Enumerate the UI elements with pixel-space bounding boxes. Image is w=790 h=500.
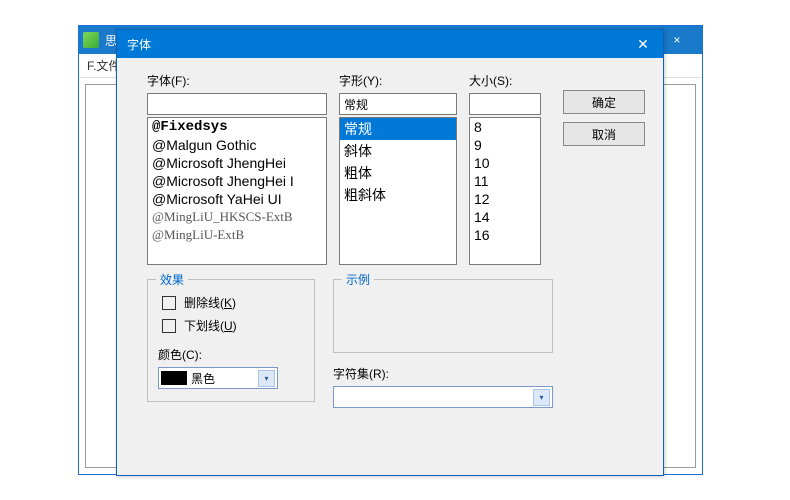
list-item[interactable]: @Fixedsys (148, 118, 326, 136)
list-item[interactable]: @Microsoft JhengHei I (148, 172, 326, 190)
mid-row: 效果 删除线(K) 下划线(U) 颜色(C): 黑色 (147, 279, 645, 408)
effects-fieldset: 效果 删除线(K) 下划线(U) 颜色(C): 黑色 (147, 279, 315, 402)
app-icon (83, 32, 99, 48)
list-item[interactable]: @Microsoft JhengHei (148, 154, 326, 172)
list-item[interactable]: 9 (470, 136, 540, 154)
list-item[interactable]: 16 (470, 226, 540, 244)
font-column: 字体(F): @Fixedsys @Malgun Gothic @Microso… (147, 72, 327, 265)
list-item[interactable]: 8 (470, 118, 540, 136)
dialog-titlebar: 字体 ✕ (117, 30, 663, 58)
style-column: 字形(Y): 常规 斜体 粗体 粗斜体 (339, 72, 457, 265)
strikeout-checkbox[interactable] (162, 296, 176, 310)
size-label: 大小(S): (469, 72, 541, 89)
list-item[interactable]: 粗斜体 (340, 184, 456, 206)
effects-legend: 效果 (156, 271, 188, 288)
style-label: 字形(Y): (339, 72, 457, 89)
list-item[interactable]: 12 (470, 190, 540, 208)
list-item[interactable]: 粗体 (340, 162, 456, 184)
color-swatch (161, 371, 187, 385)
style-listbox[interactable]: 常规 斜体 粗体 粗斜体 (339, 117, 457, 265)
dialog-title: 字体 (127, 36, 151, 53)
list-item[interactable]: 11 (470, 172, 540, 190)
underline-checkbox[interactable] (162, 319, 176, 333)
chevron-down-icon[interactable]: ▾ (533, 389, 550, 406)
charset-row: 字符集(R): ▾ (333, 365, 553, 408)
underline-row[interactable]: 下划线(U) (162, 317, 304, 334)
effects-area: 效果 删除线(K) 下划线(U) 颜色(C): 黑色 (147, 279, 315, 408)
dialog-body: 字体(F): @Fixedsys @Malgun Gothic @Microso… (117, 58, 663, 422)
list-item[interactable]: @MingLiU_HKSCS-ExtB (148, 208, 326, 226)
color-label: 颜色(C): (158, 346, 304, 363)
list-item[interactable]: 常规 (340, 118, 456, 140)
color-row: 颜色(C): 黑色 ▾ (158, 346, 304, 389)
list-item[interactable]: @MingLiU-ExtB (148, 226, 326, 244)
font-label: 字体(F): (147, 72, 327, 89)
strikeout-row[interactable]: 删除线(K) (162, 294, 304, 311)
color-combobox[interactable]: 黑色 ▾ (158, 367, 278, 389)
underline-label: 下划线(U) (184, 317, 237, 334)
charset-combobox[interactable]: ▾ (333, 386, 553, 408)
ok-button[interactable]: 确定 (563, 90, 645, 114)
list-item[interactable]: 斜体 (340, 140, 456, 162)
chevron-down-icon[interactable]: ▾ (258, 370, 275, 387)
size-input[interactable] (469, 93, 541, 115)
sample-fieldset: 示例 (333, 279, 553, 353)
strikeout-label: 删除线(K) (184, 294, 236, 311)
charset-label: 字符集(R): (333, 365, 553, 382)
font-dialog: 字体 ✕ 字体(F): @Fixedsys @Malgun Gothic @Mi… (116, 29, 664, 476)
sample-legend: 示例 (342, 271, 374, 288)
color-value: 黑色 (191, 370, 215, 387)
list-item[interactable]: @Malgun Gothic (148, 136, 326, 154)
size-column: 大小(S): 8 9 10 11 12 14 16 (469, 72, 541, 265)
top-row: 字体(F): @Fixedsys @Malgun Gothic @Microso… (147, 72, 645, 265)
size-listbox[interactable]: 8 9 10 11 12 14 16 (469, 117, 541, 265)
button-column: 确定 取消 (563, 72, 645, 265)
close-button[interactable]: ✕ (623, 30, 663, 58)
list-item[interactable]: @Microsoft YaHei UI (148, 190, 326, 208)
cancel-button[interactable]: 取消 (563, 122, 645, 146)
font-listbox[interactable]: @Fixedsys @Malgun Gothic @Microsoft Jhen… (147, 117, 327, 265)
list-item[interactable]: 10 (470, 154, 540, 172)
list-item[interactable]: 14 (470, 208, 540, 226)
style-input[interactable] (339, 93, 457, 115)
sample-charset-area: 示例 字符集(R): ▾ (333, 279, 553, 408)
font-input[interactable] (147, 93, 327, 115)
